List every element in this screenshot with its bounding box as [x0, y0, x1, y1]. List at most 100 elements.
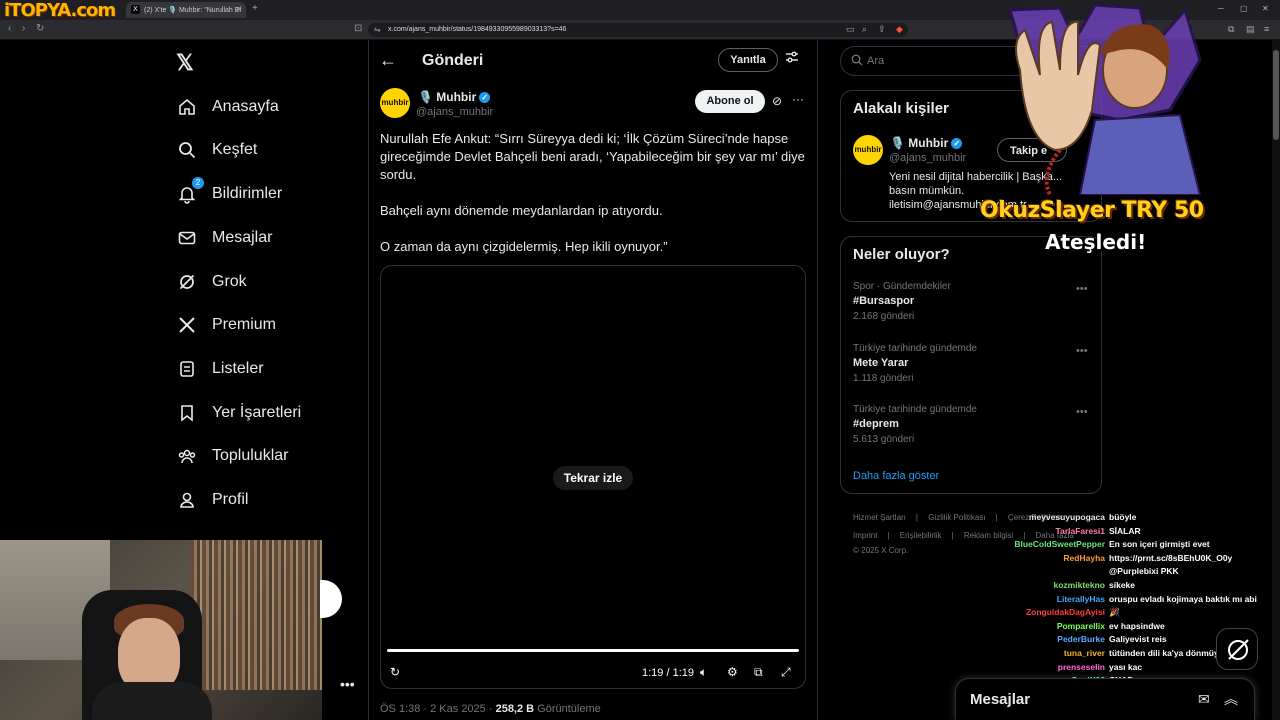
pip-icon[interactable]: ⧉	[754, 665, 763, 680]
chat-text: SİALAR	[1109, 525, 1141, 536]
browser-menu-icon[interactable]: ≡	[1264, 24, 1269, 34]
video-time: 1:19 / 1:19	[642, 667, 694, 679]
nav-item-mail[interactable]: Mesajlar	[176, 223, 272, 253]
nav-label: Premium	[212, 316, 277, 333]
nav-item-search[interactable]: Keşfet	[176, 135, 257, 165]
close-tab-icon[interactable]: ✕	[235, 5, 242, 14]
chat-text: https://prnt.sc/8sBEhU0K_O0y	[1109, 552, 1233, 563]
search-placeholder: Ara	[867, 55, 885, 67]
mail-icon	[176, 227, 198, 249]
trend-more-icon[interactable]: •••	[1076, 406, 1088, 418]
nav-item-grok[interactable]: Grok	[176, 267, 247, 297]
views-label: Görüntüleme	[534, 703, 601, 715]
browser-tab[interactable]: X (2) X'te 🎙️ Muhbir: "Nurullah Ef ✕	[126, 2, 246, 18]
post-timestamp[interactable]: ÖS 1:38 · 2 Kas 2025 ·	[380, 703, 496, 715]
nav-label: Mesajlar	[212, 229, 273, 246]
new-tab-icon[interactable]: +	[252, 3, 258, 14]
chat-text: sikeke	[1109, 580, 1135, 590]
post-paragraph: O zaman da aynı çizgidelermiş. Hep ikili…	[380, 239, 668, 254]
donation-alert-action: Ateşledi!	[1045, 230, 1147, 254]
replay-button[interactable]: Tekrar izle	[553, 466, 633, 490]
compose-message-icon[interactable]: ✉	[1198, 691, 1210, 708]
more-options-icon[interactable]: •••	[340, 676, 355, 692]
bookmark-icon	[176, 402, 198, 424]
trend-item[interactable]: Türkiye tarihinde gündemde Mete Yarar 1.11…	[853, 343, 977, 384]
related-name[interactable]: 🎙️ Muhbir ✓	[890, 136, 963, 150]
forward-nav-icon[interactable]: ›	[22, 23, 25, 34]
replay-icon[interactable]: ↻	[390, 665, 400, 679]
settings-gear-icon[interactable]: ⚙	[727, 665, 738, 679]
messages-drawer-title: Mesajlar	[970, 691, 1031, 708]
chat-text: Galiyevist reis	[1109, 634, 1167, 645]
trend-count: 1.118 gönderi	[853, 373, 914, 384]
chat-username: prenseselin	[1057, 661, 1105, 672]
bookmark-page-icon[interactable]: ⊡	[354, 23, 362, 34]
post-more-icon[interactable]: ···	[792, 92, 804, 106]
back-arrow-icon[interactable]: ←	[379, 50, 397, 71]
fullscreen-icon[interactable]: ⤢	[781, 665, 791, 680]
related-handle[interactable]: @ajans_muhbir	[889, 152, 966, 164]
url-input[interactable]: ⇋ x.com/ajans_muhbir/status/198493309559…	[368, 23, 908, 37]
sliders-icon[interactable]	[785, 50, 799, 69]
author-handle[interactable]: @ajans_muhbir	[416, 106, 493, 118]
page-scrollbar[interactable]	[1272, 40, 1280, 720]
trend-count: 2.168 gönderi	[853, 311, 915, 322]
nav-item-x[interactable]: Premium	[176, 310, 276, 340]
footer-link[interactable]: Gizlilik Politikası	[928, 513, 985, 522]
nav-item-communities[interactable]: Topluluklar	[176, 441, 288, 471]
brave-shield-icon[interactable]: ◆	[896, 24, 903, 35]
related-avatar[interactable]: muhbir	[853, 135, 883, 165]
volume-icon[interactable]: 🔈︎	[700, 665, 707, 680]
footer-link[interactable]: Imprint	[853, 531, 877, 540]
chat-text: oruspu evladı kojimaya baktık mı abi	[1109, 593, 1257, 604]
trend-item[interactable]: Türkiye tarihinde gündemde #deprem 5.613 g…	[853, 404, 977, 445]
reload-icon[interactable]: ↻	[36, 23, 44, 34]
trend-name: Mete Yarar	[853, 357, 909, 369]
trend-count: 5.613 gönderi	[853, 434, 915, 445]
site-info-icon[interactable]: ⇋	[374, 25, 381, 34]
expand-drawer-icon[interactable]: ︽	[1224, 689, 1238, 709]
view-count: 258,2 B	[495, 703, 535, 715]
trend-category: Spor · Gündemdekiler	[853, 281, 951, 292]
extensions-icon[interactable]: ⧉	[1228, 24, 1234, 35]
account-avatar-button[interactable]	[320, 580, 342, 618]
bell-icon: 2	[176, 177, 204, 205]
nav-item-list[interactable]: Listeler	[176, 354, 264, 384]
maximize-icon[interactable]: ▢	[1240, 4, 1248, 13]
back-nav-icon[interactable]: ‹	[8, 23, 11, 34]
nav-item-profile[interactable]: Profil	[176, 485, 248, 515]
author-avatar[interactable]: muhbir	[380, 88, 410, 118]
x-logo-icon[interactable]: 𝕏	[176, 50, 194, 76]
reply-button[interactable]: Yanıtla	[718, 48, 778, 72]
show-more-link[interactable]: Daha fazla göster	[853, 470, 939, 482]
grok-explain-icon[interactable]: ⊘	[772, 94, 782, 108]
chat-text: büöyle	[1109, 512, 1137, 522]
video-progress-bar[interactable]	[387, 649, 799, 652]
nav-label: Profil	[212, 491, 249, 508]
brand-logo: iTOPYA.com	[4, 0, 116, 21]
share-icon[interactable]: ⇪	[878, 24, 886, 35]
close-window-icon[interactable]: ✕	[1262, 4, 1269, 13]
footer-link[interactable]: Erişilebilirlik	[900, 531, 942, 540]
nav-label: Grok	[212, 273, 247, 290]
cast-icon[interactable]: ▭	[846, 24, 855, 35]
trend-more-icon[interactable]: •••	[1076, 345, 1088, 357]
zoom-icon[interactable]: ⌕	[862, 24, 867, 35]
subscribe-button[interactable]: Abone ol	[695, 90, 765, 113]
communities-icon	[176, 445, 198, 467]
trend-name: #Bursaspor	[853, 295, 915, 307]
nav-label: Listeler	[212, 360, 264, 377]
trend-item[interactable]: Spor · Gündemdekiler #Bursaspor 2.168 gönd…	[853, 281, 951, 322]
related-people-title: Alakalı kişiler	[853, 100, 949, 117]
messages-drawer[interactable]: Mesajlar ✉ ︽	[955, 678, 1255, 720]
nav-item-home[interactable]: Anasayfa	[176, 92, 279, 122]
nav-item-bookmark[interactable]: Yer İşaretleri	[176, 398, 301, 428]
nav-label: Bildirimler	[212, 185, 283, 202]
sidebar-toggle-icon[interactable]: ▤	[1246, 24, 1255, 35]
trend-more-icon[interactable]: •••	[1076, 283, 1088, 295]
grok-floating-button[interactable]	[1216, 628, 1258, 670]
author-name[interactable]: 🎙️ Muhbir ✓	[418, 90, 491, 104]
footer-link[interactable]: Hizmet Şartları	[853, 513, 906, 522]
nav-item-bell[interactable]: 2 Bildirimler	[176, 177, 283, 209]
profile-icon	[176, 489, 198, 511]
